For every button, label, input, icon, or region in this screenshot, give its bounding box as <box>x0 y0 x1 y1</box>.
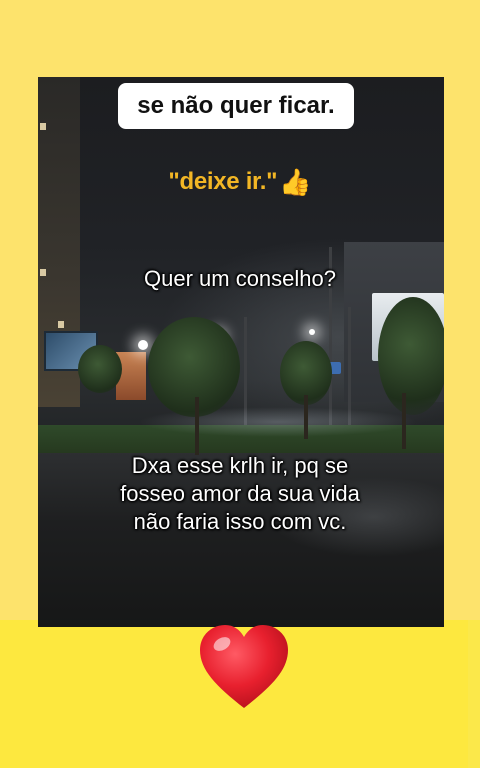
thumbs-up-icon: 👍 <box>279 167 312 197</box>
answer-line: Dxa esse krlh ir, pq se <box>131 453 349 478</box>
answer-line: não faria isso com vc. <box>133 509 347 534</box>
tree <box>78 345 122 393</box>
answer-line: fosseo amor da sua vida <box>120 481 360 506</box>
tree-trunk <box>304 395 308 439</box>
street-light <box>138 340 148 350</box>
street-light <box>309 329 315 335</box>
question-caption: Quer um conselho? <box>144 266 336 291</box>
tree <box>148 317 240 417</box>
answer-caption: Dxa esse krlh ir, pq se fosseo amor da s… <box>80 452 400 536</box>
night-street-photo <box>38 77 444 627</box>
title-pill: se não quer ficar. <box>118 83 354 129</box>
building-window <box>40 123 46 130</box>
quote-row: "deixe ir." 👍 <box>0 162 480 202</box>
quote-text: "deixe ir." <box>168 168 278 195</box>
building-window <box>58 321 64 328</box>
tree-trunk <box>402 393 406 449</box>
heart-icon <box>200 625 288 708</box>
title-text: se não quer ficar. <box>137 92 335 119</box>
tree-trunk <box>195 397 199 455</box>
tree <box>378 297 444 415</box>
